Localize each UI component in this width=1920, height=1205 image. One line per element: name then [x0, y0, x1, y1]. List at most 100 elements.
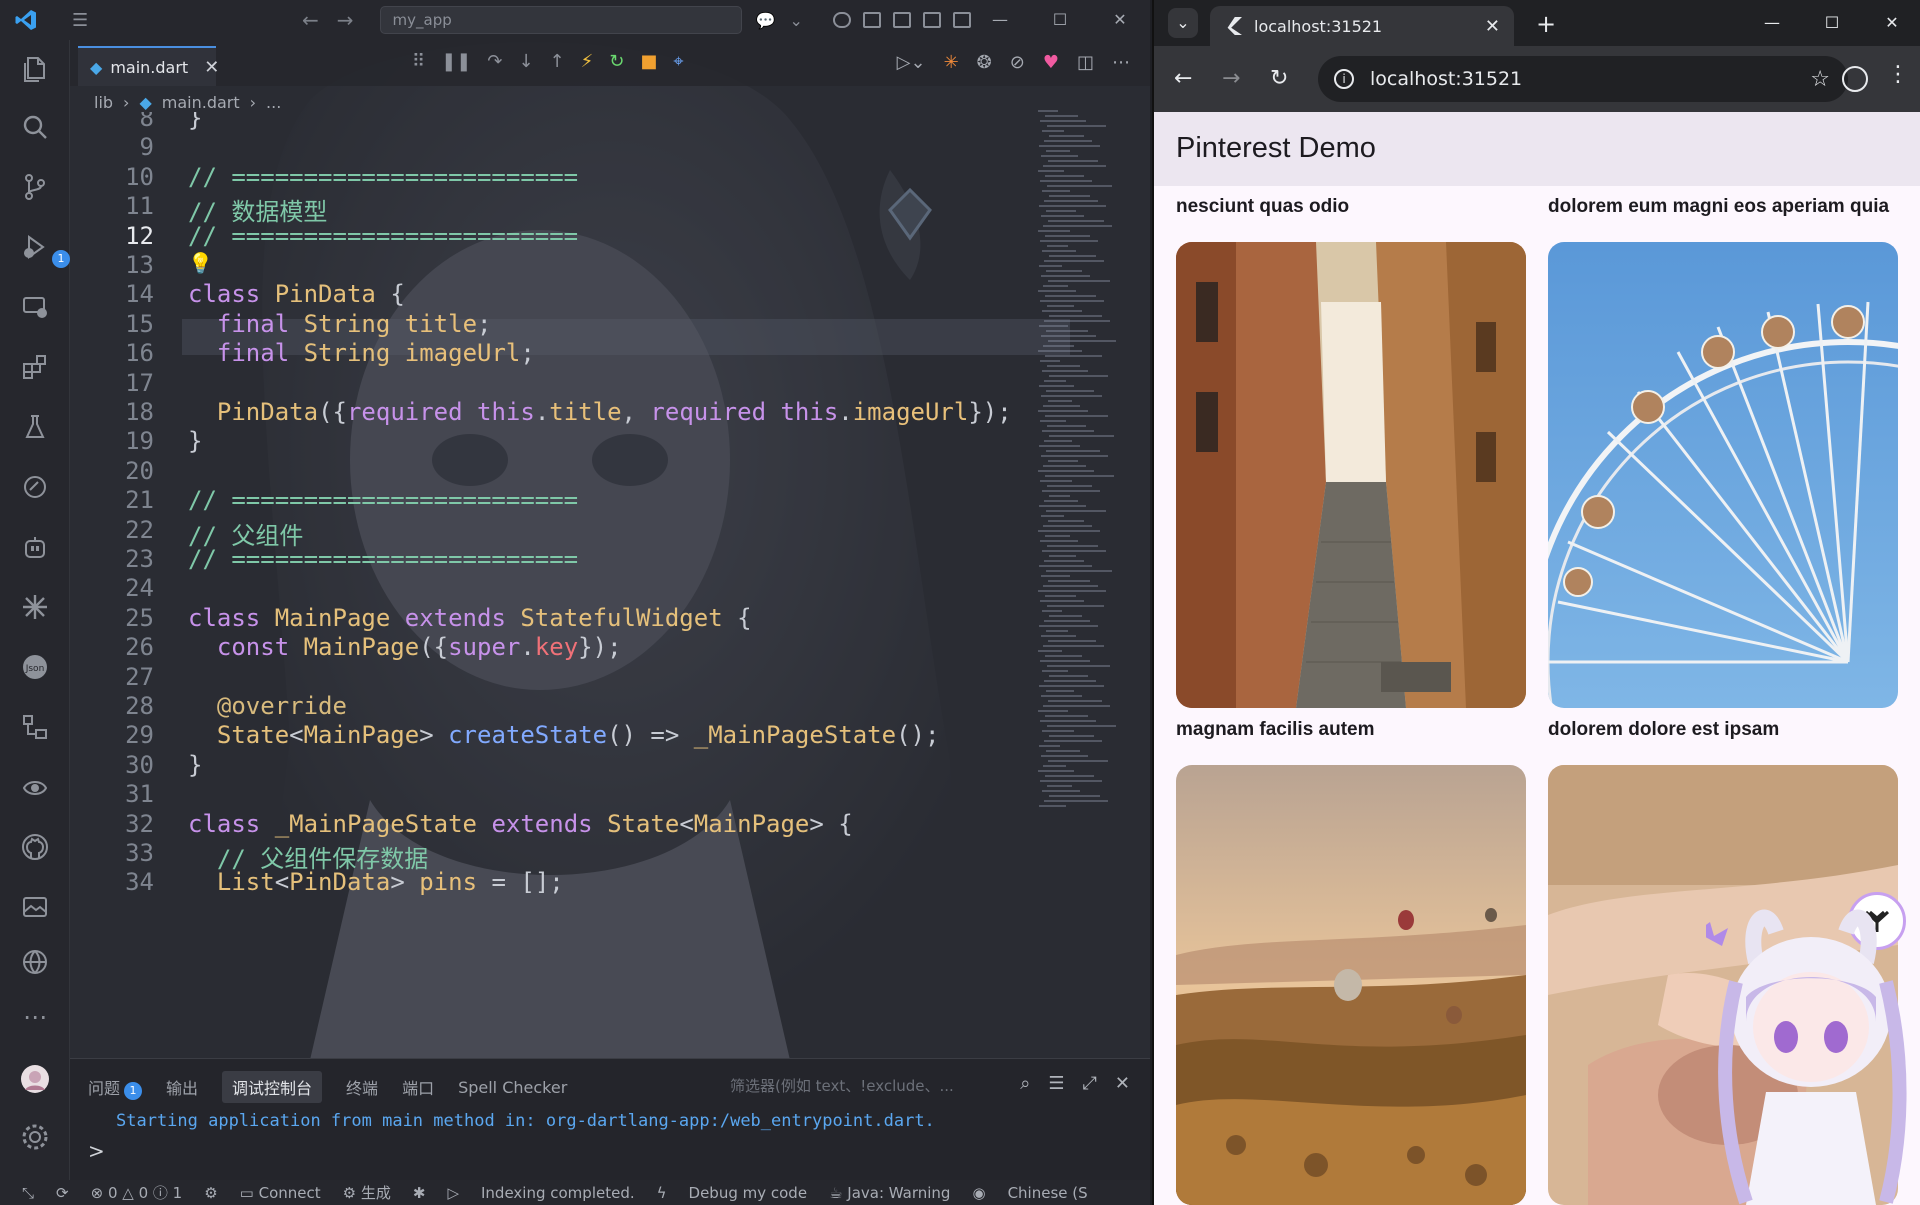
close-panel-icon[interactable]: ✕: [1115, 1073, 1130, 1094]
close-window-button[interactable]: ✕: [1862, 0, 1920, 46]
new-tab-icon[interactable]: +: [1536, 10, 1556, 38]
step-over-icon[interactable]: ↷: [487, 51, 502, 72]
settings-gear-icon[interactable]: [18, 1120, 52, 1154]
debug-my-code[interactable]: Debug my code: [689, 1184, 808, 1202]
connect-status[interactable]: ▭ Connect: [240, 1184, 321, 1202]
site-info-icon[interactable]: i: [1334, 69, 1354, 89]
panel-tab[interactable]: 端口: [402, 1075, 434, 1099]
step-out-icon[interactable]: ↑: [550, 51, 565, 72]
split-editor-icon[interactable]: ◫: [1077, 52, 1094, 73]
java-status[interactable]: ☕ Java: Warning: [829, 1184, 950, 1202]
more-actions-icon[interactable]: ⋯: [1112, 52, 1130, 73]
address-bar[interactable]: i localhost:31521 ☆: [1318, 56, 1848, 102]
reload-icon[interactable]: ↻: [1270, 66, 1288, 91]
heart-icon[interactable]: ♥: [1043, 52, 1059, 73]
remote-globe-icon[interactable]: [18, 945, 52, 979]
bolt-icon[interactable]: ϟ: [657, 1184, 667, 1202]
breadcrumb-more[interactable]: ...: [266, 93, 281, 112]
stop-icon[interactable]: ■: [640, 51, 657, 72]
panel-tab[interactable]: 问题 1: [88, 1075, 143, 1100]
tab-close-icon[interactable]: ✕: [204, 57, 219, 78]
toggle-secondary-sidebar-icon[interactable]: [952, 12, 971, 28]
bug-icon[interactable]: ✱: [413, 1184, 426, 1202]
hot-reload-icon[interactable]: ⚡: [581, 51, 594, 72]
copilot-chat-icon[interactable]: 💬: [756, 11, 776, 30]
toggle-panel-icon[interactable]: [922, 12, 941, 28]
maximize-button[interactable]: ☐: [1802, 0, 1862, 46]
drag-handle-icon[interactable]: ⠿: [412, 51, 425, 72]
github-icon[interactable]: [18, 830, 52, 864]
menu-icon[interactable]: ☰: [72, 10, 92, 31]
json-icon[interactable]: Json: [18, 650, 52, 684]
run-icon[interactable]: ▷⌄: [897, 52, 926, 73]
source-control-icon[interactable]: [18, 170, 52, 204]
minimize-button[interactable]: —: [1742, 0, 1802, 46]
robot-icon[interactable]: [18, 530, 52, 564]
lightbulb-icon[interactable]: 💡: [188, 251, 213, 275]
close-window-button[interactable]: ✕: [1090, 0, 1150, 40]
remote-indicator-icon[interactable]: ⤡: [22, 1184, 34, 1202]
customize-layout-icon[interactable]: [892, 12, 911, 28]
search-icon[interactable]: [18, 110, 52, 144]
extensions-icon[interactable]: [18, 350, 52, 384]
openai-icon[interactable]: ❂: [977, 52, 992, 73]
testing-icon[interactable]: [18, 410, 52, 444]
pin-image-balloons[interactable]: [1176, 765, 1526, 1205]
browser-tab[interactable]: localhost:31521 ✕: [1210, 6, 1514, 46]
tab-main-dart[interactable]: ◆ main.dart ✕: [78, 46, 219, 86]
code-editor[interactable]: 8} 9 10// ======================== 11// 数据模…: [70, 112, 1070, 992]
maximize-panel-icon[interactable]: ⤢: [1083, 1073, 1097, 1094]
explorer-icon[interactable]: [18, 52, 52, 86]
timeline-icon[interactable]: [18, 470, 52, 504]
console-prompt[interactable]: >: [88, 1139, 105, 1163]
panel-filter-input[interactable]: 筛选器(例如 text、!exclude、...: [730, 1075, 954, 1096]
bookmark-star-icon[interactable]: ☆: [1810, 67, 1830, 92]
search-icon[interactable]: ⌕: [1020, 1073, 1030, 1094]
sync-icon[interactable]: ⟳: [56, 1184, 69, 1202]
tab-close-icon[interactable]: ✕: [1485, 16, 1500, 37]
step-into-icon[interactable]: ↓: [518, 51, 533, 72]
pin-image-alley[interactable]: [1176, 242, 1526, 708]
back-arrow-icon[interactable]: ←: [1174, 66, 1192, 91]
more-menu-icon[interactable]: ⋮: [1887, 62, 1909, 87]
minimap[interactable]: [1038, 110, 1130, 810]
pause-icon[interactable]: ❚❚: [441, 51, 471, 72]
layout-copilot-icon[interactable]: [832, 12, 851, 28]
chevron-down-icon[interactable]: ⌄: [789, 11, 802, 30]
maximize-button[interactable]: ☐: [1030, 0, 1090, 40]
profile-icon[interactable]: [1842, 66, 1868, 92]
problems-summary[interactable]: ⊗ 0 △ 0 ⓘ 1: [91, 1182, 183, 1203]
broadcast-icon[interactable]: ◉: [972, 1184, 985, 1202]
forward-arrow-icon[interactable]: →: [1222, 66, 1240, 91]
run-debug-icon[interactable]: 1: [18, 230, 70, 268]
claude-icon[interactable]: [18, 590, 52, 624]
panel-tab[interactable]: Spell Checker: [458, 1078, 567, 1097]
breadcrumb-folder[interactable]: lib: [94, 93, 113, 112]
command-center-search[interactable]: my_app: [379, 6, 742, 34]
panel-tab[interactable]: 调试控制台: [222, 1071, 323, 1103]
more-icon[interactable]: ⋯: [18, 1000, 52, 1034]
devtools-icon[interactable]: ⌖: [673, 51, 683, 72]
breadcrumb-file[interactable]: main.dart: [162, 93, 240, 112]
claude-action-icon[interactable]: ✳: [944, 52, 959, 73]
debug-status-icon[interactable]: ⚙: [204, 1184, 217, 1202]
preview-icon[interactable]: [18, 890, 52, 924]
remote-explorer-icon[interactable]: [18, 290, 52, 324]
panel-tab[interactable]: 终端: [346, 1075, 378, 1099]
restart-icon[interactable]: ↻: [609, 51, 624, 72]
run-status-icon[interactable]: ▷: [447, 1184, 459, 1202]
pin-image-ferris-wheel[interactable]: [1548, 242, 1898, 708]
language-status[interactable]: Chinese (S: [1008, 1184, 1088, 1202]
account-avatar[interactable]: [18, 1062, 52, 1096]
panel-tab[interactable]: 输出: [166, 1075, 198, 1099]
eye-off-icon[interactable]: ⊘: [1010, 52, 1025, 73]
minimize-button[interactable]: —: [970, 0, 1030, 40]
hierarchy-icon[interactable]: [18, 710, 52, 744]
clear-console-icon[interactable]: ☰: [1048, 1073, 1064, 1094]
build-status[interactable]: ⚙ 生成: [343, 1182, 391, 1203]
forward-arrow-icon[interactable]: →: [337, 8, 354, 32]
toggle-sidebar-icon[interactable]: [862, 12, 881, 28]
back-arrow-icon[interactable]: ←: [302, 8, 319, 32]
gitlens-icon[interactable]: [18, 770, 52, 804]
tab-search-icon[interactable]: ⌄: [1168, 8, 1198, 38]
